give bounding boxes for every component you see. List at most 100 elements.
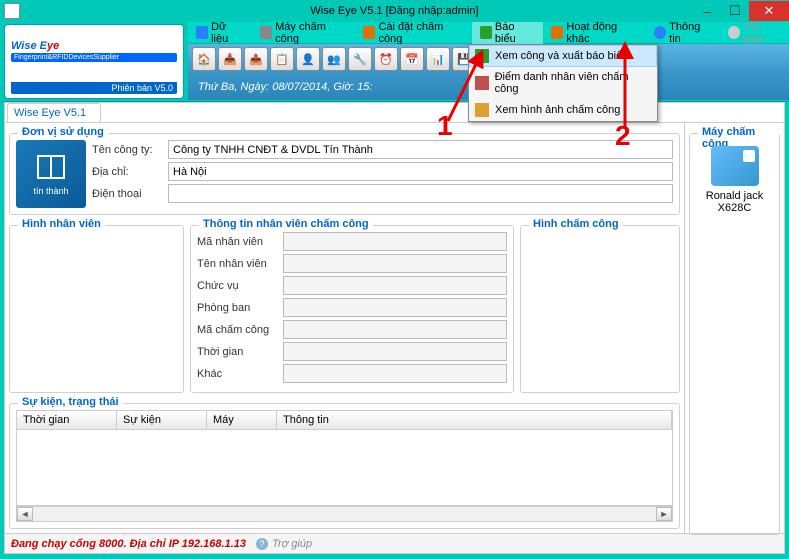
emp-id-input[interactable] (283, 232, 507, 251)
emp-attend-img-groupbox: Hình chấm công (520, 225, 680, 393)
emp-time-label: Thời gian (197, 346, 283, 358)
emp-id-label: Mã nhân viên (197, 236, 283, 248)
company-fields: Tên công ty: Địa chỉ: Điện thoại (92, 140, 673, 208)
events-grid-body[interactable] (16, 430, 673, 506)
dropdown-item-attendance[interactable]: Điểm danh nhân viên chấm công (469, 67, 657, 99)
menu-help[interactable]: Trợ giúp (720, 18, 789, 48)
menu-info[interactable]: Thông tin (646, 18, 720, 48)
emp-other-label: Khác (197, 368, 283, 380)
emp-pos-label: Chức vụ (197, 280, 283, 292)
dropdown-item-view-report[interactable]: Xem công và xuất báo biểu (469, 45, 657, 67)
menubar: Dữ liệu Máy chấm công Cài đặt chấm công … (188, 22, 789, 44)
scroll-right-button[interactable]: ► (656, 507, 672, 521)
menu-label: Báo biểu (495, 21, 535, 45)
menu-data[interactable]: Dữ liệu (188, 18, 252, 48)
app-icon (4, 3, 20, 19)
toolbar-btn-7[interactable]: 🔧 (348, 47, 372, 71)
menu-device[interactable]: Máy chấm công (252, 18, 355, 48)
col-time[interactable]: Thời gian (17, 411, 117, 429)
maximize-button[interactable]: ☐ (721, 1, 749, 21)
window-buttons: – ☐ ✕ (693, 1, 789, 21)
emp-pos-input[interactable] (283, 276, 507, 295)
toolbar-btn-6[interactable]: 👥 (322, 47, 346, 71)
dropdown-label: Điểm danh nhân viên chấm công (495, 71, 651, 95)
status-help[interactable]: ?Trợ giúp (256, 538, 312, 550)
toolbar-btn-1[interactable]: 🏠 (192, 47, 216, 71)
right-pane: Máy chấm công Ronald jack X628C (684, 123, 784, 533)
dropdown-label: Xem hình ảnh chấm công (495, 104, 620, 116)
company-input[interactable] (168, 140, 673, 159)
info-icon (654, 26, 666, 39)
emp-dept-input[interactable] (283, 298, 507, 317)
header: Wise Eye Fingerprint&RFIDDevicesSupplier… (0, 22, 789, 102)
menu-other[interactable]: Hoạt động khác (543, 18, 646, 48)
menu-label: Máy chấm công (275, 21, 347, 45)
toolbar-btn-8[interactable]: ⏰ (374, 47, 398, 71)
toolbar-btn-5[interactable]: 👤 (296, 47, 320, 71)
events-groupbox: Sự kiện, trạng thái Thời gian Sự kiện Má… (9, 403, 680, 529)
col-machine[interactable]: Máy (207, 411, 277, 429)
unit-legend: Đơn vị sử dụng (18, 126, 108, 138)
datetime-text: Thứ Ba, Ngày: 08/07/2014, Giờ: 15: (198, 81, 372, 93)
statusbar: Đang chạy cổng 8000. Địa chỉ IP 192.168.… (5, 533, 784, 553)
events-legend: Sự kiện, trạng thái (18, 396, 123, 408)
menu-label: Dữ liệu (211, 21, 244, 45)
scroll-track[interactable] (33, 507, 656, 521)
dropdown-item-images[interactable]: Xem hình ảnh chấm công (469, 99, 657, 121)
col-info[interactable]: Thông tin (277, 411, 672, 429)
minimize-button[interactable]: – (693, 1, 721, 21)
tab-label: Wise Eye V5.1 (14, 107, 86, 119)
events-grid-header: Thời gian Sự kiện Máy Thông tin (16, 410, 673, 430)
tab-strip: Wise Eye V5.1 (5, 103, 784, 123)
menu-settings[interactable]: Cài đặt chấm công (355, 18, 471, 48)
employee-row: Hình nhân viên Thông tin nhân viên chấm … (9, 219, 680, 393)
logo-subtitle: Fingerprint&RFIDDevicesSupplier (11, 53, 177, 62)
toolbar-btn-2[interactable]: 📥 (218, 47, 242, 71)
toolbar-btn-9[interactable]: 📅 (400, 47, 424, 71)
status-text: Đang chạy cổng 8000. Địa chỉ IP 192.168.… (11, 538, 246, 550)
emp-img-legend: Hình nhân viên (18, 218, 105, 230)
titlebar: Wise Eye V5.1 [Đăng nhập:admin] – ☐ ✕ (0, 0, 789, 22)
emp-other-input[interactable] (283, 364, 507, 383)
toolbar-btn-10[interactable]: 📊 (426, 47, 450, 71)
emp-time-input[interactable] (283, 342, 507, 361)
data-icon (196, 26, 208, 39)
status-help-label: Trợ giúp (272, 538, 312, 550)
emp-name-input[interactable] (283, 254, 507, 273)
content: Đơn vị sử dụng tín thành Tên công ty: Đị… (5, 123, 784, 533)
help-icon (728, 26, 740, 39)
company-logo: tín thành (16, 140, 86, 208)
scroll-left-button[interactable]: ◄ (17, 507, 33, 521)
address-label: Địa chỉ: (92, 166, 164, 178)
col-event[interactable]: Sự kiện (117, 411, 207, 429)
fire-icon (551, 26, 563, 39)
toolbar-btn-4[interactable]: 📋 (270, 47, 294, 71)
device-name: Ronald jack X628C (698, 190, 771, 214)
logo-version: Phiên bản V5.0 (11, 82, 177, 94)
menu-label: Trợ giúp (743, 21, 781, 45)
emp-dept-label: Phòng ban (197, 302, 283, 314)
attendance-icon (475, 76, 489, 90)
image-icon (475, 103, 489, 117)
emp-info-legend: Thông tin nhân viên chấm công (199, 218, 373, 230)
emp-image-groupbox: Hình nhân viên (9, 225, 184, 393)
device-item[interactable]: Ronald jack X628C (696, 140, 773, 220)
report-dropdown: Xem công và xuất báo biểu Điểm danh nhân… (468, 44, 658, 122)
logo-brand-a: Wise E (11, 40, 47, 52)
report-icon (480, 26, 492, 39)
devices-groupbox: Máy chấm công Ronald jack X628C (689, 133, 780, 535)
menu-label: Hoạt động khác (566, 21, 638, 45)
logo-text: Wise Eye (11, 29, 177, 55)
toolbar-btn-3[interactable]: 📤 (244, 47, 268, 71)
address-input[interactable] (168, 162, 673, 181)
company-logo-svg (34, 152, 68, 182)
emp-info-groupbox: Thông tin nhân viên chấm công Mã nhân vi… (190, 225, 514, 393)
close-button[interactable]: ✕ (749, 1, 789, 21)
h-scrollbar[interactable]: ◄ ► (16, 506, 673, 522)
window-title: Wise Eye V5.1 [Đăng nhập:admin] (310, 5, 478, 17)
emp-right-legend: Hình chấm công (529, 218, 623, 230)
phone-input[interactable] (168, 184, 673, 203)
menu-report[interactable]: Báo biểu (472, 18, 543, 48)
tab-main[interactable]: Wise Eye V5.1 (7, 103, 101, 122)
emp-code-input[interactable] (283, 320, 507, 339)
